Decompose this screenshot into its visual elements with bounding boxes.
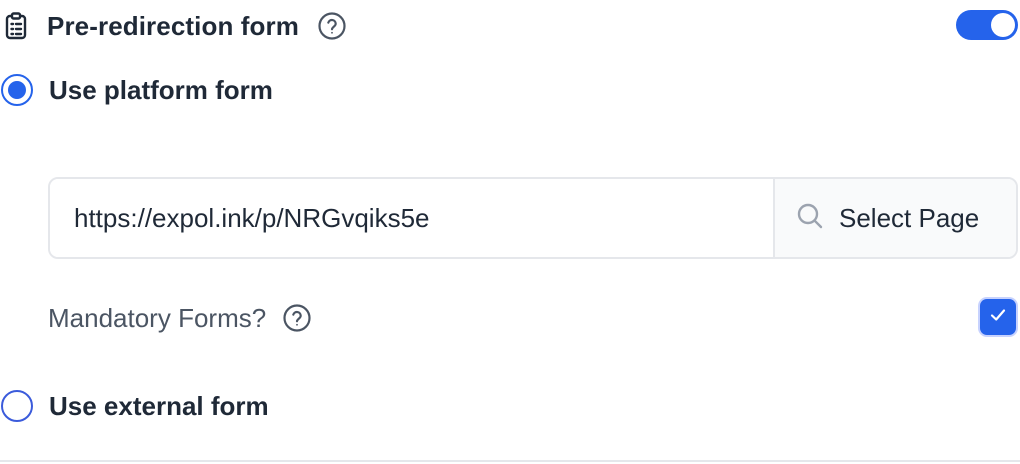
help-circle-icon[interactable] [282,303,312,333]
page-url-input[interactable] [50,179,773,257]
check-icon [987,304,1009,331]
select-page-label: Select Page [839,202,980,233]
clipboard-icon [3,11,29,41]
section-title: Pre-redirection form [47,10,299,41]
section-divider [0,460,1020,462]
external-form-radio[interactable] [1,390,33,422]
platform-form-label: Use platform form [49,74,273,105]
help-circle-icon[interactable] [317,11,347,41]
radio-dot [8,81,26,99]
search-icon [795,201,825,236]
toggle-knob [991,13,1015,37]
mandatory-forms-label: Mandatory Forms? [48,302,267,333]
mandatory-forms-row: Mandatory Forms? [48,296,1018,340]
mandatory-forms-checkbox[interactable] [980,299,1016,335]
option-external-form[interactable]: Use external form [1,384,269,428]
platform-form-radio[interactable] [1,74,33,106]
page-url-group: Select Page [48,177,1018,259]
option-platform-form[interactable]: Use platform form [1,68,273,112]
external-form-label: Use external form [49,390,269,421]
pre-redirection-header: Pre-redirection form [0,4,1020,48]
pre-redirection-toggle[interactable] [956,10,1018,40]
select-page-button[interactable]: Select Page [773,179,1016,257]
